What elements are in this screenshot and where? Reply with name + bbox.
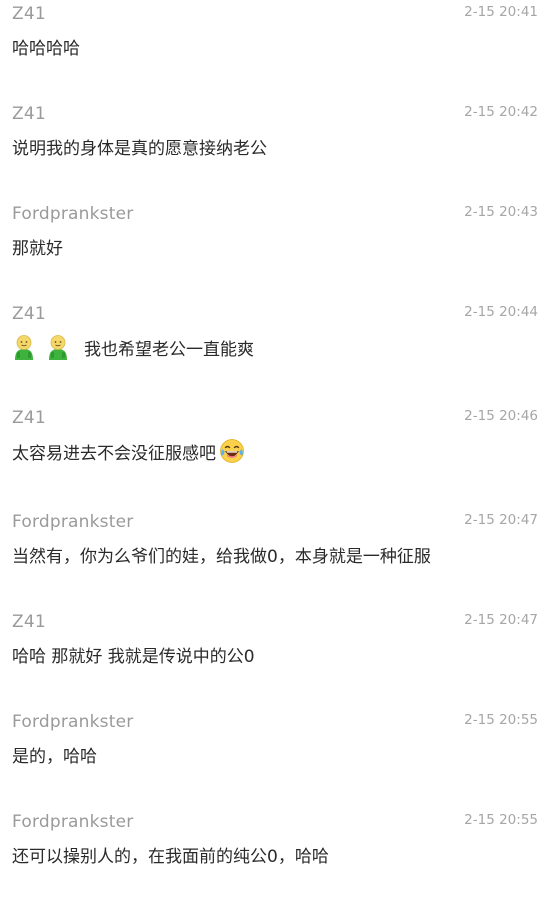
message-time: 2-15 20:55 <box>464 712 538 728</box>
message-text-content: 还可以操别人的，在我面前的纯公0，哈哈 <box>12 847 329 867</box>
message-text: 太容易进去不会没征服感吧 <box>12 438 245 464</box>
message-text-content: 哈哈 那就好 我就是传说中的公0 <box>12 647 255 667</box>
message-time: 2-15 20:43 <box>464 204 538 220</box>
message-text-content: 我也希望老公一直能爽 <box>84 339 254 360</box>
message-author[interactable]: Z41 <box>12 612 46 632</box>
message-text-content: 那就好 <box>12 239 63 259</box>
message-item: Z41 2-15 20:44 我也希望老公一直能爽 <box>0 300 560 404</box>
message-author[interactable]: Fordprankster <box>12 812 133 832</box>
message-time: 2-15 20:55 <box>464 812 538 828</box>
message-item: Z41 2-15 20:42 说明我的身体是真的愿意接纳老公 <box>0 100 560 200</box>
green-person-icon <box>15 335 33 360</box>
message-text-content: 是的，哈哈 <box>12 747 97 767</box>
message-time: 2-15 20:42 <box>464 104 538 120</box>
message-text: 当然有，你为么爷们的娃，给我做0，本身就是一种征服 <box>12 542 431 567</box>
message-text-content: 当然有，你为么爷们的娃，给我做0，本身就是一种征服 <box>12 547 431 567</box>
message-text: 那就好 <box>12 234 63 259</box>
message-author[interactable]: Z41 <box>12 4 46 24</box>
message-text-content: 太容易进去不会没征服感吧 <box>12 443 216 464</box>
laughing-tears-icon <box>220 439 244 463</box>
chat-feed: Z41 2-15 20:41 哈哈哈哈 Z41 2-15 20:42 说明我的身… <box>0 0 560 908</box>
green-person-icon <box>49 335 67 360</box>
message-item: Fordprankster 2-15 20:47 当然有，你为么爷们的娃，给我做… <box>0 508 560 608</box>
message-author[interactable]: Z41 <box>12 408 46 428</box>
message-time: 2-15 20:47 <box>464 512 538 528</box>
message-time: 2-15 20:46 <box>464 408 538 424</box>
message-item: Z41 2-15 20:46 太容易进去不会没征服感吧 <box>0 404 560 508</box>
message-author[interactable]: Fordprankster <box>12 512 133 532</box>
message-author[interactable]: Fordprankster <box>12 204 133 224</box>
message-text: 哈哈哈哈 <box>12 34 80 59</box>
message-text-content: 哈哈哈哈 <box>12 39 80 59</box>
message-time: 2-15 20:47 <box>464 612 538 628</box>
message-item: Z41 2-15 20:47 哈哈 那就好 我就是传说中的公0 <box>0 608 560 708</box>
message-text: 我也希望老公一直能爽 <box>12 334 254 360</box>
message-time: 2-15 20:44 <box>464 304 538 320</box>
message-author[interactable]: Fordprankster <box>12 712 133 732</box>
message-item: Z41 2-15 20:41 哈哈哈哈 <box>0 0 560 100</box>
message-author[interactable]: Z41 <box>12 304 46 324</box>
message-time: 2-15 20:41 <box>464 4 538 20</box>
message-text: 是的，哈哈 <box>12 742 97 767</box>
message-text: 说明我的身体是真的愿意接纳老公 <box>12 134 267 159</box>
message-item: Fordprankster 2-15 20:55 还可以操别人的，在我面前的纯公… <box>0 808 560 908</box>
message-text: 哈哈 那就好 我就是传说中的公0 <box>12 642 255 667</box>
message-item: Fordprankster 2-15 20:55 是的，哈哈 <box>0 708 560 808</box>
message-author[interactable]: Z41 <box>12 104 46 124</box>
message-text: 还可以操别人的，在我面前的纯公0，哈哈 <box>12 842 329 867</box>
message-text-content: 说明我的身体是真的愿意接纳老公 <box>12 139 267 159</box>
message-item: Fordprankster 2-15 20:43 那就好 <box>0 200 560 300</box>
